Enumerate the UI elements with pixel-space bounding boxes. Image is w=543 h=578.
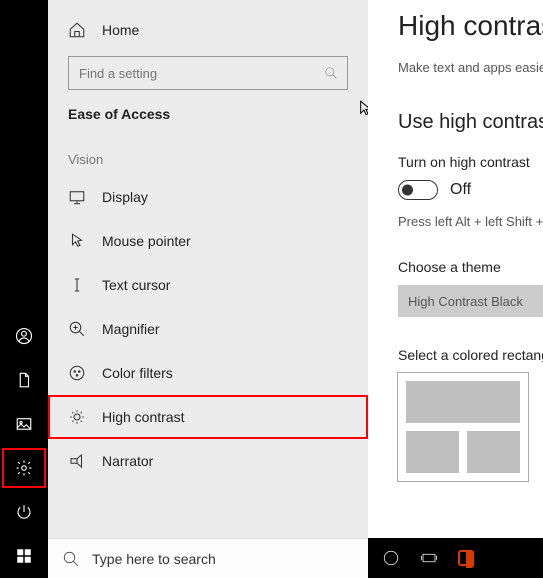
sidebar-item-label: Display [102,189,148,205]
home-icon [68,21,86,39]
magnifier-icon [68,320,86,338]
power-icon[interactable] [0,490,48,534]
text-cursor-icon [68,276,86,294]
category-header: Ease of Access [48,106,368,122]
taskbar-search[interactable]: Type here to search [48,538,368,578]
shortcut-hint: Press left Alt + left Shift + Print Scre… [398,214,543,229]
sidebar-item-mouse-pointer[interactable]: Mouse pointer [48,219,368,263]
search-icon [324,66,338,80]
search-input[interactable] [68,56,348,90]
task-view-icon[interactable] [420,549,438,567]
page-description: Make text and apps easier to see [398,60,543,75]
high-contrast-toggle[interactable] [398,180,438,200]
color-swatch[interactable] [406,431,459,473]
toggle-state: Off [450,181,471,199]
color-filters-icon [68,364,86,382]
color-swatches [398,373,528,481]
theme-label: Choose a theme [398,259,543,275]
sidebar-item-text-cursor[interactable]: Text cursor [48,263,368,307]
start-button[interactable] [0,534,48,578]
sidebar-item-display[interactable]: Display [48,175,368,219]
sidebar-item-label: Mouse pointer [102,233,191,249]
group-label: Vision [48,152,368,167]
sidebar-item-magnifier[interactable]: Magnifier [48,307,368,351]
sidebar-item-narrator[interactable]: Narrator [48,439,368,483]
taskbar-search-text: Type here to search [92,551,216,567]
settings-sidebar: Home Ease of Access Vision Display Mouse… [48,0,368,578]
color-swatch[interactable] [467,431,520,473]
toggle-label: Turn on high contrast [398,154,543,170]
pictures-icon[interactable] [0,402,48,446]
search-icon [62,550,80,568]
sidebar-item-label: Narrator [102,453,153,469]
narrator-icon [68,452,86,470]
office-icon[interactable] [458,550,474,566]
rect-label: Select a colored rectangle [398,347,543,363]
section-title: Use high contrast [398,111,543,134]
sidebar-item-label: Magnifier [102,321,160,337]
sidebar-item-label: High contrast [102,409,184,425]
main-content: High contrast Make text and apps easier … [368,0,543,578]
contrast-icon [68,408,86,426]
sidebar-item-high-contrast[interactable]: High contrast [48,395,368,439]
page-title: High contrast [398,10,543,42]
home-link[interactable]: Home [48,10,368,50]
color-swatch[interactable] [406,381,520,423]
display-icon [68,188,86,206]
sidebar-item-color-filters[interactable]: Color filters [48,351,368,395]
theme-dropdown[interactable]: High Contrast Black [398,285,543,317]
pointer-icon [68,232,86,250]
theme-value: High Contrast Black [408,294,523,309]
settings-icon[interactable] [0,446,48,490]
sidebar-item-label: Color filters [102,365,173,381]
cortana-icon[interactable] [382,549,400,567]
account-icon[interactable] [0,314,48,358]
documents-icon[interactable] [0,358,48,402]
home-label: Home [102,22,139,38]
sidebar-item-label: Text cursor [102,277,170,293]
